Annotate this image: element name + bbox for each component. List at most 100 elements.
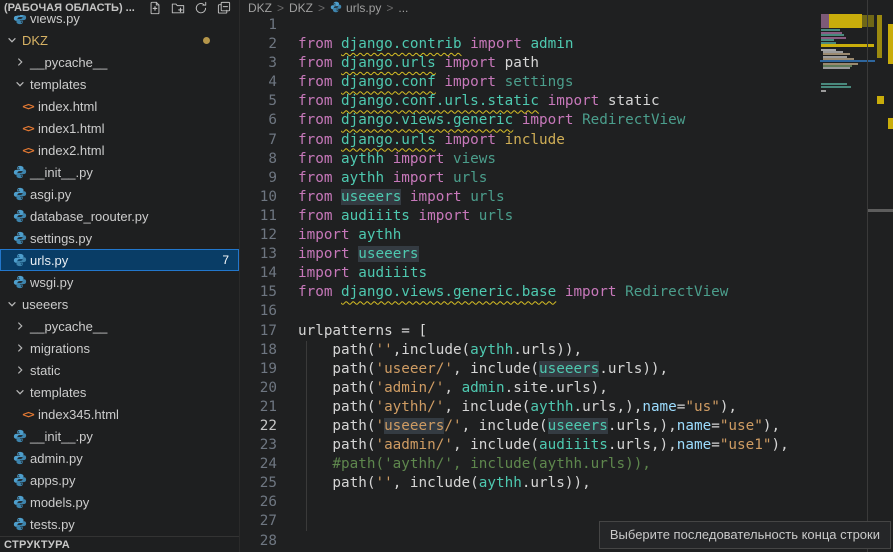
refresh-explorer-icon[interactable] — [193, 1, 208, 16]
line-number: 23 — [240, 436, 277, 455]
line-number: 10 — [240, 188, 277, 207]
minimap-divider — [867, 0, 868, 552]
explorer-sidebar: (РАБОЧАЯ ОБЛАСТЬ) ... views.pyDKZ__pycac… — [0, 0, 240, 552]
html-file-icon: <> — [20, 100, 36, 113]
code-line[interactable]: 6from django.views.generic import Redire… — [240, 111, 893, 130]
code-line[interactable]: 2from django.contrib import admin — [240, 35, 893, 54]
code-line[interactable]: 16 — [240, 302, 893, 321]
py-file-icon — [12, 275, 28, 289]
py-file-icon — [12, 517, 28, 531]
outline-section-header[interactable]: СТРУКТУРА — [0, 536, 239, 552]
line-number: 8 — [240, 150, 277, 169]
chevron-right-icon — [12, 56, 28, 68]
chevron-down-icon — [12, 386, 28, 398]
breadcrumb-item[interactable]: DKZ — [248, 1, 272, 15]
tree-file-models-py[interactable]: models.py — [0, 491, 239, 513]
tree-file-database-roouter-py[interactable]: database_roouter.py — [0, 205, 239, 227]
code-editor[interactable]: DKZ>DKZ>urls.py>... 12from django.contri… — [240, 0, 893, 552]
tree-file-apps-py[interactable]: apps.py — [0, 469, 239, 491]
code-line[interactable]: 19 path('useeer/', include(useeers.urls)… — [240, 360, 893, 379]
code-line[interactable]: 10from useeers import urls — [240, 188, 893, 207]
code-line[interactable]: 8from aythh import views — [240, 150, 893, 169]
line-number: 9 — [240, 169, 277, 188]
html-file-icon: <> — [20, 122, 36, 135]
chevron-down-icon — [4, 34, 20, 46]
line-number: 12 — [240, 226, 277, 245]
collapse-folders-icon[interactable] — [216, 1, 231, 16]
explorer-section-header[interactable]: (РАБОЧАЯ ОБЛАСТЬ) ... — [0, 0, 239, 15]
indent-guide — [306, 341, 307, 531]
tree-folder--pycache-[interactable]: __pycache__ — [0, 315, 239, 337]
code-line[interactable]: 22 path('useeers/', include(useeers.urls… — [240, 417, 893, 436]
code-line[interactable]: 1 — [240, 16, 893, 35]
new-file-icon[interactable] — [147, 1, 162, 16]
line-number: 14 — [240, 264, 277, 283]
tree-file-index345-html[interactable]: <>index345.html — [0, 403, 239, 425]
tree-file-urls-py[interactable]: urls.py7 — [0, 249, 239, 271]
code-area[interactable]: 12from django.contrib import admin3from … — [240, 16, 893, 551]
py-file-icon — [12, 165, 28, 179]
line-number: 3 — [240, 54, 277, 73]
line-number: 6 — [240, 111, 277, 130]
minimap-bar — [821, 14, 829, 28]
tree-file-settings-py[interactable]: settings.py — [0, 227, 239, 249]
py-file-icon — [12, 451, 28, 465]
ruler-mark — [888, 24, 893, 64]
tree-file-admin-py[interactable]: admin.py — [0, 447, 239, 469]
code-line[interactable]: 21 path('aythh/', include(aythh.urls,),n… — [240, 398, 893, 417]
tree-file-index2-html[interactable]: <>index2.html — [0, 139, 239, 161]
html-file-icon: <> — [20, 408, 36, 421]
line-number: 18 — [240, 341, 277, 360]
minimap-bar — [862, 15, 874, 27]
tree-folder-useeers[interactable]: useeers — [0, 293, 239, 315]
code-line[interactable]: 25 path('', include(aythh.urls)), — [240, 474, 893, 493]
code-line[interactable]: 18 path('',include(aythh.urls)), — [240, 341, 893, 360]
tree-folder-static[interactable]: static — [0, 359, 239, 381]
code-line[interactable]: 9from aythh import urls — [240, 169, 893, 188]
eol-tooltip: Выберите последовательность конца строки — [599, 521, 891, 549]
new-folder-icon[interactable] — [170, 1, 185, 16]
tree-folder-templates[interactable]: templates — [0, 73, 239, 95]
code-line[interactable]: 11from audiiits import urls — [240, 207, 893, 226]
py-file-icon — [12, 231, 28, 245]
code-line[interactable]: 14import audiiits — [240, 264, 893, 283]
code-line[interactable]: 23 path('aadmin/', include(audiiits.urls… — [240, 436, 893, 455]
html-file-icon: <> — [20, 144, 36, 157]
chevron-right-icon — [12, 320, 28, 332]
code-line[interactable]: 12import aythh — [240, 226, 893, 245]
tree-folder-dkz[interactable]: DKZ — [0, 29, 239, 51]
line-number: 28 — [240, 532, 277, 551]
breadcrumb-separator: > — [318, 1, 325, 15]
breadcrumb-item[interactable]: ... — [398, 1, 408, 15]
code-line[interactable]: 26 — [240, 493, 893, 512]
tree-file-wsgi-py[interactable]: wsgi.py — [0, 271, 239, 293]
ruler-mark — [888, 118, 893, 129]
breadcrumb-item[interactable]: urls.py — [330, 1, 381, 16]
line-number: 4 — [240, 73, 277, 92]
code-line[interactable]: 7from django.urls import include — [240, 131, 893, 150]
tree-folder-templates[interactable]: templates — [0, 381, 239, 403]
tree-file--init-py[interactable]: __init__.py — [0, 425, 239, 447]
tree-file-index1-html[interactable]: <>index1.html — [0, 117, 239, 139]
line-number: 11 — [240, 207, 277, 226]
py-file-icon — [12, 209, 28, 223]
line-number: 2 — [240, 35, 277, 54]
chevron-down-icon — [4, 298, 20, 310]
code-line[interactable]: 13import useeers — [240, 245, 893, 264]
tree-folder--pycache-[interactable]: __pycache__ — [0, 51, 239, 73]
tree-file-index-html[interactable]: <>index.html — [0, 95, 239, 117]
code-line[interactable]: 20 path('admin/', admin.site.urls), — [240, 379, 893, 398]
tree-file-tests-py[interactable]: tests.py — [0, 513, 239, 535]
code-line[interactable]: 3from django.urls import path — [240, 54, 893, 73]
breadcrumb: DKZ>DKZ>urls.py>... — [240, 0, 893, 16]
tree-folder-migrations[interactable]: migrations — [0, 337, 239, 359]
code-line[interactable]: 4from django.conf import settings — [240, 73, 893, 92]
tree-file-asgi-py[interactable]: asgi.py — [0, 183, 239, 205]
tree-file--init-py[interactable]: __init__.py — [0, 161, 239, 183]
code-line[interactable]: 17urlpatterns = [ — [240, 322, 893, 341]
breadcrumb-item[interactable]: DKZ — [289, 1, 313, 15]
code-line[interactable]: 5from django.conf.urls.static import sta… — [240, 92, 893, 111]
code-line[interactable]: 24 #path('aythh/', include(aythh.urls)), — [240, 455, 893, 474]
line-number: 20 — [240, 379, 277, 398]
code-line[interactable]: 15from django.views.generic.base import … — [240, 283, 893, 302]
